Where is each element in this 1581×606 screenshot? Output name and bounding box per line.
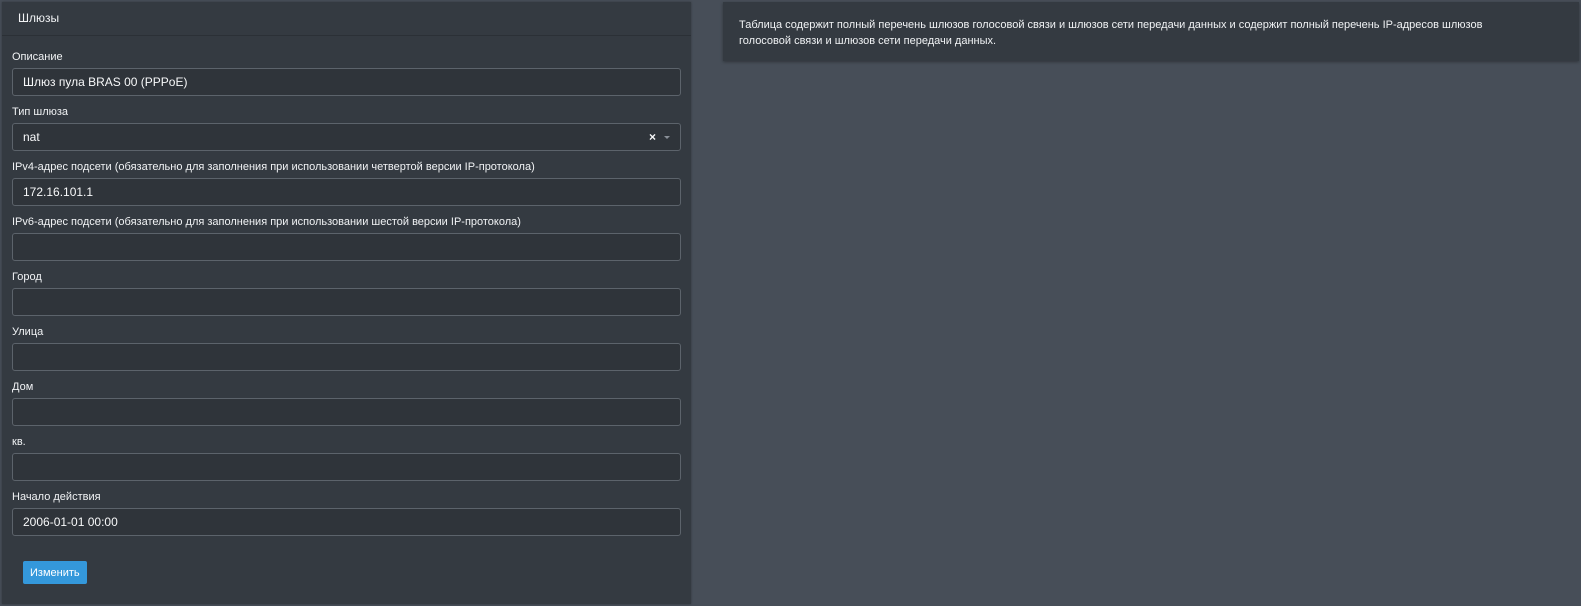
house-input[interactable] bbox=[12, 398, 681, 426]
gateway-type-field-group: Тип шлюза nat × bbox=[12, 104, 681, 159]
city-label: Город bbox=[12, 271, 42, 283]
apartment-field-group: кв. bbox=[12, 434, 681, 489]
city-field-group: Город bbox=[12, 269, 681, 324]
start-date-input[interactable] bbox=[12, 508, 681, 536]
form-body: Описание Тип шлюза nat × IPv4-адрес подс… bbox=[2, 36, 691, 544]
street-input[interactable] bbox=[12, 343, 681, 371]
street-label: Улица bbox=[12, 326, 44, 338]
description-label: Описание bbox=[12, 51, 63, 63]
street-field-group: Улица bbox=[12, 324, 681, 379]
start-date-label: Начало действия bbox=[12, 491, 101, 503]
save-button[interactable]: Изменить bbox=[23, 561, 87, 584]
house-label: Дом bbox=[12, 381, 34, 393]
ipv6-label: IPv6-адрес подсети (обязательно для запо… bbox=[12, 216, 521, 228]
panel-title: Шлюзы bbox=[2, 2, 691, 36]
city-input[interactable] bbox=[12, 288, 681, 316]
ipv4-input[interactable] bbox=[12, 178, 681, 206]
gateway-type-selected-value: nat bbox=[23, 130, 40, 144]
gateway-form-panel: Шлюзы Описание Тип шлюза nat × IPv4-адре… bbox=[2, 2, 691, 604]
apartment-input[interactable] bbox=[12, 453, 681, 481]
start-date-field-group: Начало действия bbox=[12, 489, 681, 544]
ipv4-label: IPv4-адрес подсети (обязательно для запо… bbox=[12, 161, 535, 173]
ipv6-field-group: IPv6-адрес подсети (обязательно для запо… bbox=[12, 214, 681, 269]
info-panel: Таблица содержит полный перечень шлюзов … bbox=[723, 2, 1579, 61]
ipv4-field-group: IPv4-адрес подсети (обязательно для запо… bbox=[12, 159, 681, 214]
description-field-group: Описание bbox=[12, 49, 681, 104]
description-input[interactable] bbox=[12, 68, 681, 96]
gateway-type-label: Тип шлюза bbox=[12, 106, 69, 118]
house-field-group: Дом bbox=[12, 379, 681, 434]
gateway-type-select[interactable]: nat × bbox=[12, 123, 681, 151]
info-text: Таблица содержит полный перечень шлюзов … bbox=[739, 19, 1483, 47]
ipv6-input[interactable] bbox=[12, 233, 681, 261]
clear-icon[interactable]: × bbox=[649, 124, 656, 150]
apartment-label: кв. bbox=[12, 436, 26, 448]
chevron-down-icon[interactable] bbox=[664, 136, 670, 139]
